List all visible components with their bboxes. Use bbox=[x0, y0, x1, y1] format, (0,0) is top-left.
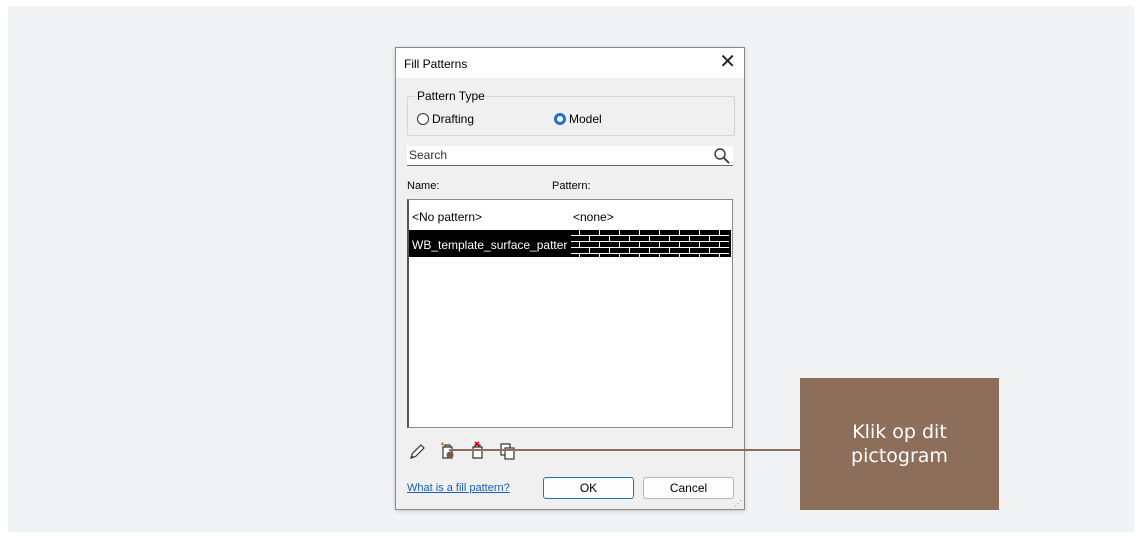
pattern-toolbar bbox=[408, 441, 518, 461]
column-header-name: Name: bbox=[407, 180, 440, 192]
search-icon[interactable] bbox=[713, 147, 731, 165]
radio-drafting-label: Drafting bbox=[432, 112, 475, 126]
ok-button[interactable]: OK bbox=[543, 477, 634, 499]
close-icon[interactable]: ✕ bbox=[719, 51, 736, 73]
pattern-name: <No pattern> bbox=[412, 210, 483, 224]
instruction-callout: Klik op dit pictogram bbox=[800, 378, 999, 510]
fill-patterns-dialog: Fill Patterns ✕ Pattern Type Drafting Mo… bbox=[395, 47, 745, 510]
search-box bbox=[407, 146, 733, 166]
radio-model[interactable]: Model bbox=[554, 112, 602, 126]
title-bar: Fill Patterns ✕ bbox=[396, 48, 744, 78]
brick-pattern-preview bbox=[571, 230, 729, 257]
list-item[interactable]: <No pattern> <none> bbox=[409, 202, 731, 229]
cancel-button[interactable]: Cancel bbox=[643, 477, 734, 499]
radio-model-label: Model bbox=[569, 112, 602, 126]
resize-grip-icon[interactable]: ⋰ bbox=[734, 500, 742, 508]
list-item-selected[interactable]: WB_template_surface_patter bbox=[409, 230, 731, 257]
delete-pattern-icon[interactable] bbox=[468, 441, 488, 461]
duplicate-pattern-icon[interactable] bbox=[498, 441, 518, 461]
radio-drafting-indicator[interactable] bbox=[417, 113, 429, 125]
column-header-pattern: Pattern: bbox=[552, 180, 591, 192]
edit-pencil-icon[interactable] bbox=[408, 441, 428, 461]
callout-connector-line bbox=[449, 449, 802, 451]
help-link[interactable]: What is a fill pattern? bbox=[407, 482, 510, 494]
pattern-list[interactable]: <No pattern> <none> WB_template_surface_… bbox=[407, 199, 733, 428]
pattern-type-label: Pattern Type bbox=[415, 89, 487, 103]
radio-model-indicator[interactable] bbox=[554, 113, 566, 125]
pattern-type-group: Pattern Type Drafting Model bbox=[407, 89, 735, 136]
radio-drafting[interactable]: Drafting bbox=[417, 112, 474, 126]
pattern-name: WB_template_surface_patter bbox=[412, 238, 568, 252]
callout-text: Klik op dit pictogram bbox=[851, 421, 948, 467]
search-input[interactable] bbox=[407, 146, 701, 164]
dialog-title: Fill Patterns bbox=[404, 57, 468, 71]
new-pattern-icon[interactable] bbox=[438, 441, 458, 461]
pattern-preview-text: <none> bbox=[573, 210, 614, 224]
